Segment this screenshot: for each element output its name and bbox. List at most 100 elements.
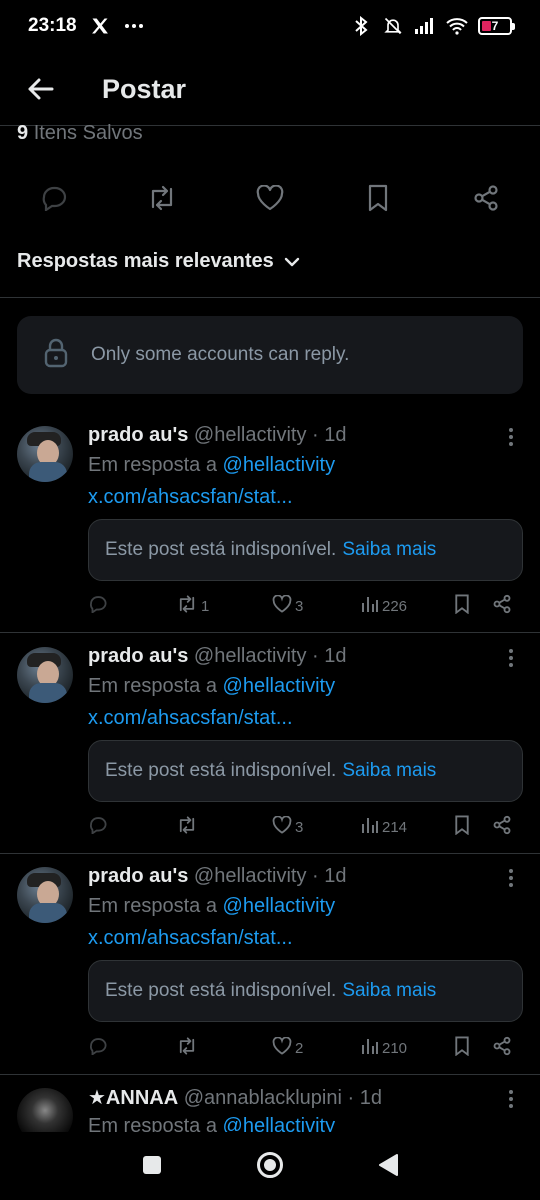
post-url-link[interactable]: x.com/ahsacsfan/stat... [88,927,293,950]
author-handle[interactable]: @annablacklupini [184,1087,342,1109]
bookmark-button[interactable] [453,594,471,618]
reply-context: Em resposta a @hellactivity [88,454,335,477]
post-time: 1d [324,645,347,667]
reply-icon [88,595,108,617]
reply-context: Em resposta a @hellactivity [88,675,335,698]
more-notifications-icon [123,15,145,37]
bluetooth-icon [350,15,372,37]
status-time: 23:18 [28,15,77,36]
like-count: 2 [295,1039,304,1057]
author-handle[interactable]: @hellactivity [194,645,307,667]
divider [0,853,540,854]
lock-icon [43,338,69,373]
repost-button[interactable] [176,1037,201,1059]
like-button[interactable]: 3 [272,594,304,617]
unavailable-text: Este post está indisponível. [105,980,337,1001]
like-icon [272,815,292,838]
separator-dot: · [347,1087,355,1109]
repost-button[interactable] [176,816,201,838]
like-button[interactable]: 2 [272,1036,304,1059]
views-button[interactable]: 210 [361,1037,407,1059]
reply-prefix: Em resposta a [88,675,217,697]
reply-header: prado au's @hellactivity · 1d [88,865,347,888]
bookmark-button[interactable] [453,815,471,839]
saved-count[interactable]: 9 Itens Salvos [17,122,143,145]
share-icon[interactable] [466,178,506,218]
learn-more-link[interactable]: Saiba mais [342,980,436,1002]
sort-label: Respostas mais relevantes [17,250,274,272]
battery-icon: 7 [478,17,515,35]
share-button[interactable] [492,594,512,618]
avatar[interactable] [17,426,73,482]
learn-more-link[interactable]: Saiba mais [342,760,436,782]
unavailable-post-card: Este post está indisponível. Saiba mais [88,740,523,802]
share-icon [492,594,512,618]
author-handle[interactable]: @hellactivity [194,865,307,887]
signal-icon [414,15,436,37]
recents-square-icon[interactable] [137,1150,167,1180]
avatar[interactable] [17,647,73,703]
bookmark-icon [453,594,471,618]
separator-dot: · [312,645,319,667]
views-count: 226 [382,597,408,615]
author-handle[interactable]: @hellactivity [194,424,307,446]
home-circle-icon[interactable] [255,1150,285,1180]
like-button[interactable]: 3 [272,815,304,838]
divider [0,1074,540,1075]
post-url-link[interactable]: x.com/ahsacsfan/stat... [88,707,293,730]
mention-link[interactable]: @hellactivity [223,454,336,476]
reply-button[interactable] [88,595,108,617]
sort-replies-dropdown[interactable]: Respostas mais relevantes [17,250,300,273]
learn-more-link[interactable]: Saiba mais [342,539,436,561]
share-button[interactable] [492,815,512,838]
unavailable-text: Este post está indisponível. [105,760,337,781]
repost-icon[interactable] [142,178,182,218]
like-count: 3 [295,597,304,615]
repost-icon [176,1037,198,1059]
bookmark-icon[interactable] [358,178,398,218]
repost-button[interactable]: 1 [176,595,209,617]
separator-dot: · [312,865,319,887]
unavailable-post-card: Este post está indisponível. Saiba mais [88,519,523,581]
unavailable-text: Este post está indisponível. [105,539,337,560]
share-button[interactable] [492,1036,512,1059]
saved-count-label: Itens Salvos [33,122,143,144]
muted-bell-icon [382,15,404,37]
reply-header: ★ANNAA @annablacklupini · 1d [88,1085,382,1110]
status-bar: 23:18 7 [0,0,540,52]
like-icon[interactable] [250,178,290,218]
views-button[interactable]: 226 [361,595,407,617]
reply-button[interactable] [88,816,108,838]
more-options-icon[interactable] [500,867,522,889]
mention-link[interactable]: @hellactivity [223,675,336,697]
back-arrow-icon[interactable] [24,73,56,105]
x-logo-icon [89,15,111,37]
page-title: Postar [102,73,187,104]
back-triangle-icon[interactable] [373,1150,403,1180]
more-options-icon[interactable] [500,426,522,448]
bookmark-icon [453,815,471,839]
post-url-link[interactable]: x.com/ahsacsfan/stat... [88,486,293,509]
author-name[interactable]: prado au's [88,645,188,667]
reply-header: prado au's @hellactivity · 1d [88,645,347,668]
repost-icon [176,816,198,838]
mention-link[interactable]: @hellactivity [223,895,336,917]
like-count: 3 [295,818,304,836]
avatar[interactable] [17,867,73,923]
divider [0,632,540,633]
author-name[interactable]: prado au's [88,424,188,446]
more-options-icon[interactable] [500,647,522,669]
reply-button[interactable] [88,1037,108,1059]
bookmark-icon [453,1036,471,1060]
more-options-icon[interactable] [500,1088,522,1110]
restriction-text: Only some accounts can reply. [91,344,350,365]
post-time: 1d [324,865,347,887]
author-name[interactable]: ★ANNAA [88,1087,178,1109]
views-button[interactable]: 214 [361,816,407,838]
post-time: 1d [359,1087,382,1109]
bookmark-button[interactable] [453,1036,471,1060]
reply-icon[interactable] [34,178,74,218]
post-time: 1d [324,424,347,446]
author-name[interactable]: prado au's [88,865,188,887]
reply-context: Em resposta a @hellactivity [88,895,335,918]
